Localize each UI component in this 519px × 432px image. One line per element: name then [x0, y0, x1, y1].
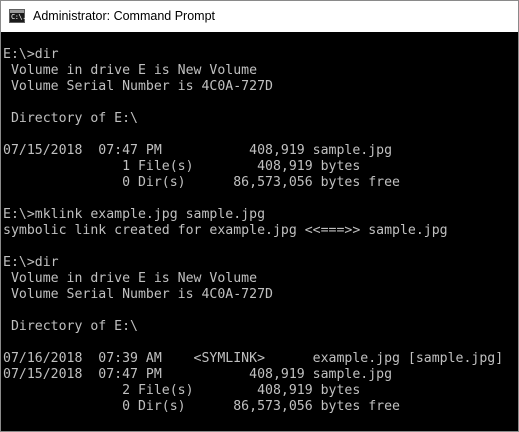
console-line-volume-serial: Volume Serial Number is 4C0A-727D: [3, 287, 273, 302]
console-line-blank: [3, 239, 518, 255]
title-bar[interactable]: C:\. Administrator: Command Prompt: [1, 1, 518, 32]
console-line-directory-of: Directory of E:\: [3, 319, 138, 334]
console-line-prompt-dir: E:\>dir: [3, 47, 59, 62]
console-line-dir-count: 0 Dir(s) 86,573,056 bytes free: [3, 175, 400, 190]
command-prompt-icon: C:\.: [9, 9, 26, 23]
console-line-mklink-result: symbolic link created for example.jpg <<…: [3, 223, 448, 238]
console-line-volume-serial: Volume Serial Number is 4C0A-727D: [3, 79, 273, 94]
console-line-file-entry: 07/15/2018 07:47 PM 408,919 sample.jpg: [3, 143, 393, 158]
console-output[interactable]: E:\>dir Volume in drive E is New Volume …: [3, 47, 518, 431]
console-line-volume-name: Volume in drive E is New Volume: [3, 271, 258, 286]
command-prompt-window: C:\. Administrator: Command Prompt E:\>d…: [0, 0, 519, 432]
console-line-file-entry: 07/15/2018 07:47 PM 408,919 sample.jpg: [3, 367, 393, 382]
console-line-blank: [3, 303, 518, 319]
console-line-blank: [3, 191, 518, 207]
console-line-blank: [3, 127, 518, 143]
console-line-prompt-dir: E:\>dir: [3, 255, 59, 270]
console-line-blank: [3, 95, 518, 111]
console-line-file-count: 2 File(s) 408,919 bytes: [3, 383, 361, 398]
console-line-file-count: 1 File(s) 408,919 bytes: [3, 159, 361, 174]
console-line-symlink-entry: 07/16/2018 07:39 AM <SYMLINK> example.jp…: [3, 351, 504, 366]
console-line-blank: [3, 335, 518, 351]
icon-glyph: C:\.: [11, 13, 26, 21]
console-line-prompt-mklink: E:\>mklink example.jpg sample.jpg: [3, 207, 266, 222]
console-line-directory-of: Directory of E:\: [3, 111, 138, 126]
console-line-dir-count: 0 Dir(s) 86,573,056 bytes free: [3, 399, 400, 414]
console-line-volume-name: Volume in drive E is New Volume: [3, 63, 258, 78]
window-title: Administrator: Command Prompt: [33, 9, 216, 23]
